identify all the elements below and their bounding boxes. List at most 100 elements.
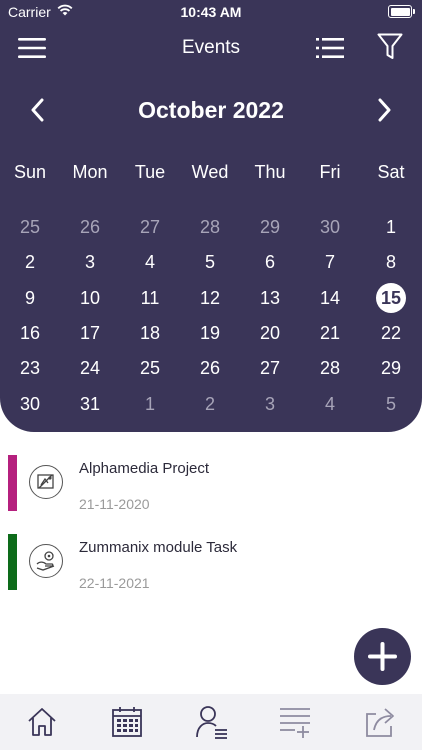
calendar-day[interactable]: 4: [120, 246, 180, 278]
day-number: 3: [264, 394, 275, 414]
tab-contacts[interactable]: [168, 694, 252, 750]
calendar-day[interactable]: 31: [60, 388, 120, 420]
event-title: Zummanix module Task: [79, 539, 238, 556]
calendar-day[interactable]: 27: [240, 352, 300, 384]
calendar-day[interactable]: 14: [300, 282, 360, 314]
event-color-bar: [8, 534, 17, 590]
list-view-icon[interactable]: [316, 38, 344, 58]
event-date: 21-11-2020: [79, 496, 150, 512]
calendar-day[interactable]: 5: [180, 246, 240, 278]
calendar-day[interactable]: 23: [0, 352, 60, 384]
day-number: 1: [385, 217, 396, 237]
tab-home[interactable]: [0, 694, 84, 750]
day-number: 26: [199, 358, 221, 378]
calendar-day[interactable]: 1: [361, 211, 421, 243]
calendar-day[interactable]: 9: [0, 282, 60, 314]
next-month-icon[interactable]: [376, 98, 392, 122]
weekday-fri: Fri: [319, 162, 341, 182]
calendar-header-panel: Carrier 10:43 AM Events October 2022 Sun…: [0, 0, 422, 432]
calendar-day[interactable]: 12: [180, 282, 240, 314]
event-item[interactable]: Zummanix module Task 22-11-2021: [0, 534, 422, 596]
day-number: 16: [19, 323, 41, 343]
month-title: October 2022: [138, 97, 284, 123]
event-color-bar: [8, 455, 17, 511]
day-number: 18: [139, 323, 161, 343]
day-number: 9: [24, 288, 35, 308]
calendar-day[interactable]: 7: [300, 246, 360, 278]
calendar-day[interactable]: 26: [180, 352, 240, 384]
day-number: 10: [79, 288, 101, 308]
calendar-day[interactable]: 5: [361, 388, 421, 420]
weekday-header: Sun Mon Tue Wed Thu Fri Sat: [0, 162, 422, 186]
tab-add-list[interactable]: [252, 694, 336, 750]
calendar-day[interactable]: 30: [0, 388, 60, 420]
plus-icon: [368, 642, 397, 671]
tab-bar: [0, 694, 422, 750]
calendar-day[interactable]: 1: [120, 388, 180, 420]
calendar-day[interactable]: 18: [120, 317, 180, 349]
calendar-day[interactable]: 27: [120, 211, 180, 243]
calendar-day[interactable]: 20: [240, 317, 300, 349]
calendar-day[interactable]: 21: [300, 317, 360, 349]
add-event-button[interactable]: [354, 628, 411, 685]
calendar-day[interactable]: 2: [180, 388, 240, 420]
day-number: 21: [319, 323, 341, 343]
day-number: 20: [259, 323, 281, 343]
calendar-day[interactable]: 17: [60, 317, 120, 349]
day-number: 4: [144, 252, 155, 272]
calendar-day[interactable]: 6: [240, 246, 300, 278]
day-number: 11: [140, 288, 160, 308]
nav-bar: Events: [0, 28, 422, 68]
day-number: 30: [19, 394, 41, 414]
day-number: 28: [319, 358, 341, 378]
calendar-day[interactable]: 28: [300, 352, 360, 384]
day-number: 4: [324, 394, 335, 414]
day-number: 3: [84, 252, 95, 272]
calendar-day[interactable]: 8: [361, 246, 421, 278]
calendar-day[interactable]: 3: [60, 246, 120, 278]
status-bar: Carrier 10:43 AM: [0, 0, 422, 24]
event-item[interactable]: Alphamedia Project 21-11-2020: [0, 455, 422, 517]
tab-calendar[interactable]: [84, 694, 168, 750]
day-number: 19: [199, 323, 221, 343]
calendar-day[interactable]: 25: [0, 211, 60, 243]
calendar-day[interactable]: 13: [240, 282, 300, 314]
calendar-day[interactable]: 24: [60, 352, 120, 384]
calendar-day[interactable]: 29: [361, 352, 421, 384]
calendar-day[interactable]: 28: [180, 211, 240, 243]
event-title: Alphamedia Project: [79, 460, 210, 477]
weekday-tue: Tue: [134, 162, 166, 182]
weekday-mon: Mon: [72, 162, 108, 182]
battery-icon: [388, 5, 412, 18]
calendar-day[interactable]: 25: [120, 352, 180, 384]
day-number: 13: [259, 288, 281, 308]
calendar-icon: [112, 707, 142, 737]
calendar-day[interactable]: 30: [300, 211, 360, 243]
day-number: 15: [376, 283, 406, 313]
calendar-day[interactable]: 4: [300, 388, 360, 420]
event-date: 22-11-2021: [79, 575, 150, 591]
page-title: Events: [181, 37, 241, 58]
calendar-day[interactable]: 29: [240, 211, 300, 243]
filter-icon[interactable]: [377, 33, 403, 61]
user-list-icon: [196, 706, 227, 739]
calendar-day-selected[interactable]: 15: [361, 282, 421, 314]
day-number: 17: [79, 323, 101, 343]
calendar-day[interactable]: 3: [240, 388, 300, 420]
weekday-thu: Thu: [254, 162, 286, 182]
calendar-day[interactable]: 22: [361, 317, 421, 349]
calendar-day[interactable]: 2: [0, 246, 60, 278]
calendar-day[interactable]: 19: [180, 317, 240, 349]
calendar-day[interactable]: 11: [120, 282, 180, 314]
home-icon: [28, 708, 56, 736]
day-number: 29: [380, 358, 402, 378]
weekday-sun: Sun: [13, 162, 47, 182]
calendar-day[interactable]: 16: [0, 317, 60, 349]
calendar-day[interactable]: 26: [60, 211, 120, 243]
calendar-day[interactable]: 10: [60, 282, 120, 314]
day-number: 5: [385, 394, 396, 414]
weekday-sat: Sat: [377, 162, 405, 182]
tab-share[interactable]: [336, 694, 420, 750]
share-icon: [366, 708, 394, 737]
month-navigator: October 2022: [0, 90, 422, 130]
